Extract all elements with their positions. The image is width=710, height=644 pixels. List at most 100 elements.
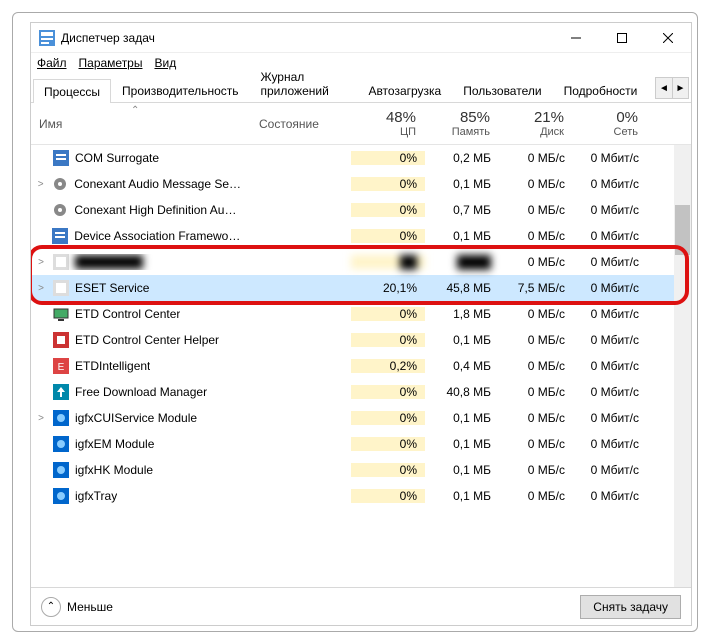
cell-disk: 0 МБ/с [499, 385, 573, 399]
expand-icon[interactable]: > [35, 179, 46, 190]
process-icon [53, 150, 69, 166]
table-row[interactable]: igfxHK Module0%0,1 МБ0 МБ/с0 Мбит/с [31, 457, 691, 483]
cell-name: > ████████ [31, 254, 251, 270]
table-row[interactable]: COM Surrogate0%0,2 МБ0 МБ/с0 Мбит/с [31, 145, 691, 171]
task-manager-window: Диспетчер задач Файл Параметры Вид Проце… [30, 22, 692, 626]
tab-scroll-left[interactable]: ◄ [656, 78, 672, 98]
cell-name: Free Download Manager [31, 384, 251, 400]
table-row[interactable]: EETDIntelligent0,2%0,4 МБ0 МБ/с0 Мбит/с [31, 353, 691, 379]
tab-users[interactable]: Пользователи [452, 78, 552, 102]
cell-name: COM Surrogate [31, 150, 251, 166]
cell-network: 0 Мбит/с [573, 463, 647, 477]
cell-memory: 0,1 МБ [425, 177, 499, 191]
scrollbar-thumb[interactable] [675, 205, 690, 255]
cell-cpu: 0% [351, 307, 425, 321]
cell-cpu: 0% [351, 333, 425, 347]
col-name-label: Имя [39, 117, 242, 131]
table-row[interactable]: >ESET Service20,1%45,8 МБ7,5 МБ/с0 Мбит/… [31, 275, 691, 301]
process-list: ⌃ Имя Состояние 48% ЦП 85% Память 21% Ди… [31, 103, 691, 587]
table-row[interactable]: Device Association Framework …0%0,1 МБ0 … [31, 223, 691, 249]
table-row[interactable]: >██████████████0 МБ/с0 Мбит/с [31, 249, 691, 275]
tab-performance[interactable]: Производительность [111, 78, 249, 102]
table-row[interactable]: ETD Control Center0%1,8 МБ0 МБ/с0 Мбит/с [31, 301, 691, 327]
cell-disk: 0 МБ/с [499, 359, 573, 373]
cell-network: 0 Мбит/с [573, 255, 647, 269]
cell-memory: 0,7 МБ [425, 203, 499, 217]
end-task-button[interactable]: Снять задачу [580, 595, 681, 619]
cell-name: ETD Control Center [31, 306, 251, 322]
process-name: Free Download Manager [75, 385, 207, 399]
cell-name: E ETDIntelligent [31, 358, 251, 374]
minimize-button[interactable] [553, 23, 599, 53]
tab-scroll-right[interactable]: ► [672, 78, 688, 98]
footer-bar: ⌃ Меньше Снять задачу [31, 587, 691, 625]
col-memory[interactable]: 85% Память [425, 103, 499, 144]
window-title: Диспетчер задач [61, 31, 553, 45]
table-row[interactable]: Free Download Manager0%40,8 МБ0 МБ/с0 Мб… [31, 379, 691, 405]
cell-cpu: 0% [351, 437, 425, 451]
cell-disk: 0 МБ/с [499, 411, 573, 425]
svg-text:E: E [58, 362, 65, 373]
process-name: ETDIntelligent [75, 359, 150, 373]
cell-memory: ████ [425, 255, 499, 269]
menu-view[interactable]: Вид [154, 56, 176, 70]
vertical-scrollbar[interactable] [674, 145, 691, 587]
title-bar[interactable]: Диспетчер задач [31, 23, 691, 53]
process-icon [53, 410, 69, 426]
cell-disk: 0 МБ/с [499, 489, 573, 503]
expand-icon[interactable]: > [35, 283, 47, 294]
process-name: Conexant High Definition Audio… [74, 203, 243, 217]
cell-network: 0 Мбит/с [573, 281, 647, 295]
table-row[interactable]: > Conexant Audio Message Service 0%0,1 МБ0… [31, 171, 691, 197]
col-disk-label: Диск [540, 126, 564, 138]
fewer-details[interactable]: ⌃ Меньше [41, 597, 113, 617]
cell-disk: 0 МБ/с [499, 307, 573, 321]
tab-startup[interactable]: Автозагрузка [357, 78, 452, 102]
cell-name: igfxHK Module [31, 462, 251, 478]
sort-indicator-icon: ⌃ [131, 105, 139, 116]
table-row[interactable]: Conexant High Definition Audio…0%0,7 МБ0… [31, 197, 691, 223]
process-icon: E [53, 358, 69, 374]
cell-memory: 0,2 МБ [425, 151, 499, 165]
col-mem-label: Память [452, 126, 490, 138]
cell-cpu: 0% [351, 489, 425, 503]
table-row[interactable]: >igfxCUIService Module0%0,1 МБ0 МБ/с0 Мб… [31, 405, 691, 431]
cell-cpu: 0% [351, 177, 425, 191]
column-headers: ⌃ Имя Состояние 48% ЦП 85% Память 21% Ди… [31, 103, 691, 145]
menu-options[interactable]: Параметры [79, 56, 143, 70]
tab-strip: Процессы Производительность Журнал прило… [31, 73, 691, 103]
expand-icon[interactable]: > [35, 413, 47, 424]
process-name: Conexant Audio Message Service [74, 177, 243, 191]
cell-cpu: 0% [351, 203, 425, 217]
cell-name: >ESET Service [31, 280, 251, 296]
col-state[interactable]: Состояние [251, 103, 351, 144]
table-row[interactable]: ETD Control Center Helper0%0,1 МБ0 МБ/с0… [31, 327, 691, 353]
cell-cpu: 0% [351, 151, 425, 165]
col-name[interactable]: ⌃ Имя [31, 103, 251, 144]
table-row[interactable]: igfxTray0%0,1 МБ0 МБ/с0 Мбит/с [31, 483, 691, 509]
close-button[interactable] [645, 23, 691, 53]
table-row[interactable]: igfxEM Module0%0,1 МБ0 МБ/с0 Мбит/с [31, 431, 691, 457]
tab-app-history[interactable]: Журнал приложений [250, 64, 358, 102]
tab-processes[interactable]: Процессы [33, 79, 111, 103]
cell-network: 0 Мбит/с [573, 307, 647, 321]
menu-file[interactable]: Файл [37, 56, 67, 70]
menu-bar: Файл Параметры Вид [31, 53, 691, 73]
app-icon [39, 30, 55, 46]
process-icon [53, 488, 69, 504]
process-name: ████████ [75, 255, 143, 269]
col-mem-pct: 85% [460, 109, 490, 126]
expand-icon[interactable]: > [35, 257, 47, 268]
cell-name: > Conexant Audio Message Service [31, 176, 251, 192]
cell-cpu: 0% [351, 385, 425, 399]
maximize-button[interactable] [599, 23, 645, 53]
cell-memory: 0,1 МБ [425, 489, 499, 503]
col-disk[interactable]: 21% Диск [499, 103, 573, 144]
cell-disk: 0 МБ/с [499, 177, 573, 191]
col-network[interactable]: 0% Сеть [573, 103, 647, 144]
cell-disk: 0 МБ/с [499, 437, 573, 451]
cell-memory: 0,4 МБ [425, 359, 499, 373]
tab-details[interactable]: Подробности [553, 78, 649, 102]
col-cpu[interactable]: 48% ЦП [351, 103, 425, 144]
process-name: Device Association Framework … [74, 229, 243, 243]
